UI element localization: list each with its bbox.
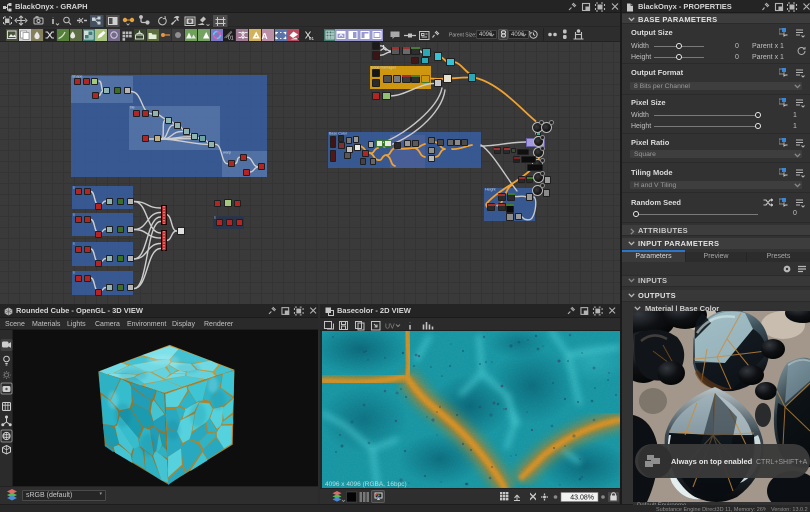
svg-text:Always on top enabled: Always on top enabled bbox=[671, 457, 753, 466]
svg-text:CTRL+SHIFT+A: CTRL+SHIFT+A bbox=[756, 459, 808, 466]
svg-text:UV: UV bbox=[385, 323, 395, 330]
svg-text:43.08%: 43.08% bbox=[570, 494, 594, 501]
